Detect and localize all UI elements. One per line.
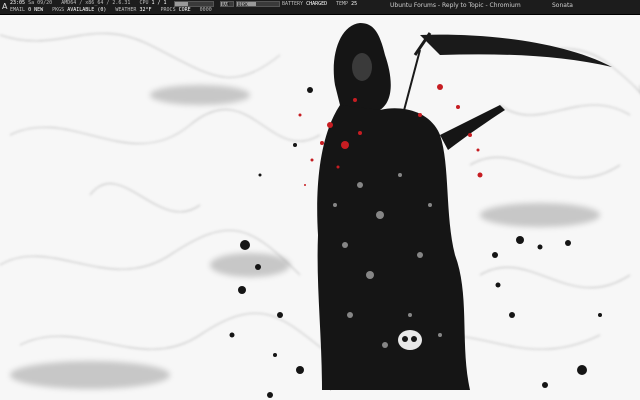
cpu-usage-bar [174,1,214,7]
cpu-usage-fill [175,2,189,6]
battery-value: CHARGED [306,1,328,7]
disk-label: DISK [238,2,248,7]
clock-time: 23:05 [10,0,26,6]
procs-label: PROCS [160,7,176,13]
cpu-readout: CPU 1 / 1 [139,0,166,7]
weather-status: WEATHER 32°F [115,7,151,14]
disk-usage-bar: DISK [236,1,280,7]
mail-label: EMAIL [10,7,26,13]
window-task-sonata[interactable]: Sonata [552,2,573,9]
distro-logo-icon[interactable]: A [2,2,8,11]
battery-status: BATTERY CHARGED [282,1,327,8]
clock: 23:05 Sa 09/20 [10,0,52,7]
weather-label: WEATHER [115,7,137,13]
skull [398,330,422,350]
cpu-value: 1 / 1 [151,0,167,6]
cpu-label: CPU [139,0,149,6]
pkg-label: PKGS [52,7,65,13]
weather-value: 32°F [139,7,152,13]
battery-label: BATTERY [282,1,304,7]
temp-status: TEMP 25 [336,1,357,8]
panel-row-system: 23:05 Sa 09/20 AMD64 / x86_64 / 2.6.31 C… [10,0,173,7]
ram-label: RAM [222,2,230,7]
net-status: 0000 [199,7,212,13]
mail-status[interactable]: EMAIL 0 NEW [10,7,43,14]
procs-status: PROCS CORE [161,7,191,14]
temp-value: 25 [351,1,358,7]
panel-row-status: EMAIL 0 NEW PKGS AVAILABLE (0) WEATHER 3… [10,7,218,14]
top-panel: A 23:05 Sa 09/20 AMD64 / x86_64 / 2.6.31… [0,0,640,15]
system-info: AMD64 / x86_64 / 2.6.31 [61,0,131,6]
mail-value: 0 NEW [28,7,44,13]
pkg-value: AVAILABLE (0) [67,7,107,13]
ram-usage-bar: RAM [220,1,234,7]
procs-value: CORE [178,7,191,13]
clock-date: 09/20 [37,0,53,6]
clock-day: Sa [28,0,35,6]
desktop-wallpaper [0,15,640,400]
package-status[interactable]: PKGS AVAILABLE (0) [52,7,106,14]
active-window-title[interactable]: Ubuntu Forums - Reply to Topic - Chromiu… [390,2,521,9]
temp-label: TEMP [336,1,349,7]
